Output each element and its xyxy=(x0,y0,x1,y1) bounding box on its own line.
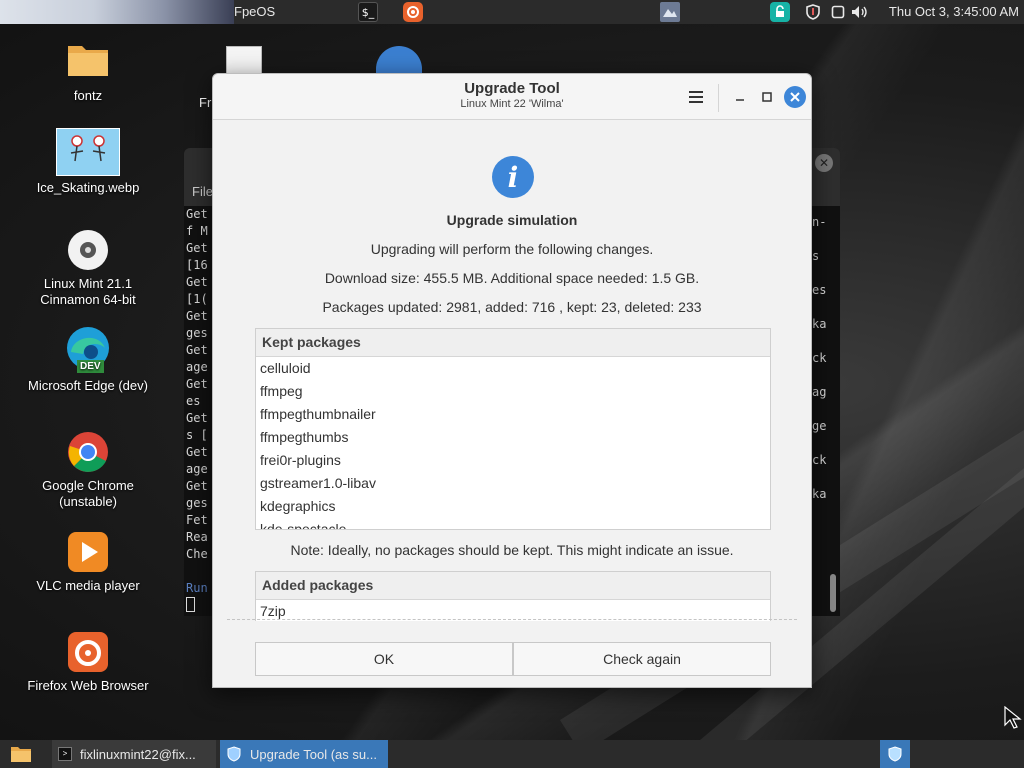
list-item[interactable]: ffmpegthumbnailer xyxy=(256,403,770,426)
dialog-titlebar[interactable]: Upgrade Tool Linux Mint 22 'Wilma' xyxy=(213,74,811,120)
dialog-heading: Upgrade simulation xyxy=(446,212,578,228)
bottom-panel: > fixlinuxmint22@fix... Upgrade Tool (as… xyxy=(0,740,1024,768)
desktop-icon-label: VLC media player xyxy=(36,578,140,593)
terminal-close-icon[interactable]: ✕ xyxy=(815,154,833,172)
clock[interactable]: Thu Oct 3, 3:45:00 AM xyxy=(889,4,1019,19)
desktop-icon-fontz[interactable]: fontz xyxy=(23,40,153,104)
info-icon: i xyxy=(492,156,534,198)
taskbar-item-label: fixlinuxmint22@fix... xyxy=(80,746,196,762)
desktop-icon-vlc[interactable]: VLC media player xyxy=(23,530,153,594)
list-item[interactable]: kdegraphics xyxy=(256,495,770,518)
list-item[interactable]: 7zip xyxy=(256,600,770,621)
folder-icon xyxy=(66,40,110,84)
wallpaper-thumbnail xyxy=(0,0,234,24)
close-icon[interactable] xyxy=(784,86,806,108)
terminal-launcher-icon[interactable]: $_ xyxy=(358,2,378,22)
chrome-icon xyxy=(66,430,110,474)
terminal-output-right: n-s es ka ck ag ge ck ka xyxy=(812,215,827,501)
desktop-icon-label: Linux Mint 21.1 Cinnamon 64-bit xyxy=(40,276,136,307)
desktop-icon-edge-dev[interactable]: DEV Microsoft Edge (dev) xyxy=(23,326,153,394)
firefox-launcher-icon[interactable] xyxy=(403,2,423,22)
desktop-icon-label: Microsoft Edge (dev) xyxy=(28,378,148,393)
terminal-icon: > xyxy=(58,747,72,761)
kept-packages-header[interactable]: Kept packages xyxy=(256,329,770,357)
update-manager-icon[interactable] xyxy=(770,2,790,22)
terminal-scrollbar[interactable] xyxy=(830,574,836,612)
text-file-icon[interactable] xyxy=(226,46,262,76)
dev-badge: DEV xyxy=(77,360,104,373)
kept-note-text: Note: Ideally, no packages should be kep… xyxy=(290,542,734,558)
shield-icon xyxy=(227,746,241,762)
check-again-button[interactable]: Check again xyxy=(513,642,771,676)
files-launcher[interactable] xyxy=(4,740,38,768)
header-separator xyxy=(718,84,719,112)
mouse-cursor-icon xyxy=(1004,705,1022,734)
list-item[interactable]: frei0r-plugins xyxy=(256,449,770,472)
window-list-icon[interactable] xyxy=(828,2,848,22)
desktop-icon-ice-skating[interactable]: Ice_Skating.webp xyxy=(23,128,153,196)
shield-icon xyxy=(888,746,902,762)
desktop-icon-firefox[interactable]: Firefox Web Browser xyxy=(23,630,153,694)
upgrade-tool-dialog: Upgrade Tool Linux Mint 22 'Wilma' i Upg… xyxy=(212,73,812,688)
desktop-icon-chrome[interactable]: Google Chrome (unstable) xyxy=(23,430,153,510)
terminal-menu-file[interactable]: File xyxy=(192,184,213,199)
taskbar-item-upgrade-tool[interactable]: Upgrade Tool (as su... xyxy=(220,740,388,768)
intro-text: Upgrading will perform the following cha… xyxy=(370,241,654,257)
folder-icon xyxy=(11,747,31,762)
disc-icon xyxy=(66,228,110,272)
list-item[interactable]: gstreamer1.0-libav xyxy=(256,472,770,495)
added-packages-list[interactable]: Added packages 7zip xyxy=(255,571,771,621)
minimize-icon[interactable] xyxy=(729,86,751,108)
kept-packages-list[interactable]: Kept packages celluloid ffmpeg ffmpegthu… xyxy=(255,328,771,530)
taskbar-item-label: Upgrade Tool (as su... xyxy=(250,746,377,762)
list-item[interactable]: celluloid xyxy=(256,357,770,380)
desktop-icon-label: Fr xyxy=(199,95,212,110)
image-thumbnail-icon xyxy=(56,128,120,176)
firefox-icon xyxy=(66,630,110,674)
ok-button[interactable]: OK xyxy=(255,642,513,676)
edge-icon: DEV xyxy=(63,326,113,374)
volume-icon[interactable] xyxy=(850,2,870,22)
desktop-icon-label: Google Chrome (unstable) xyxy=(42,478,134,509)
packages-summary-text: Packages updated: 2981, added: 716 , kep… xyxy=(322,299,702,315)
list-item[interactable]: ffmpeg xyxy=(256,380,770,403)
added-packages-header[interactable]: Added packages xyxy=(256,572,770,600)
desktop-icon-label: fontz xyxy=(73,88,103,103)
desktop-icon-label: Firefox Web Browser xyxy=(27,678,149,693)
download-size-text: Download size: 455.5 MB. Additional spac… xyxy=(324,270,700,286)
desktop-icon-linux-mint-iso[interactable]: Linux Mint 21.1 Cinnamon 64-bit xyxy=(23,228,153,308)
list-item[interactable]: ffmpegthumbs xyxy=(256,426,770,449)
dialog-title: Upgrade Tool xyxy=(464,80,560,97)
hamburger-menu-icon[interactable] xyxy=(685,86,707,108)
top-panel: FpeOS $_ Thu Oct 3, 3:45:00 AM xyxy=(0,0,1024,24)
image-viewer-icon[interactable] xyxy=(660,2,680,22)
dialog-subtitle: Linux Mint 22 'Wilma' xyxy=(460,98,564,110)
desktop-icon-label: Ice_Skating.webp xyxy=(36,180,140,195)
vlc-icon xyxy=(66,530,110,574)
active-app-title: FpeOS xyxy=(234,4,276,19)
tray-update-icon[interactable] xyxy=(880,740,910,768)
dialog-divider xyxy=(227,619,797,620)
maximize-icon[interactable] xyxy=(756,86,778,108)
shield-icon[interactable] xyxy=(803,2,823,22)
terminal-cursor xyxy=(186,597,195,612)
list-item[interactable]: kde-spectacle xyxy=(256,518,770,529)
taskbar-item-terminal[interactable]: > fixlinuxmint22@fix... xyxy=(52,740,216,768)
